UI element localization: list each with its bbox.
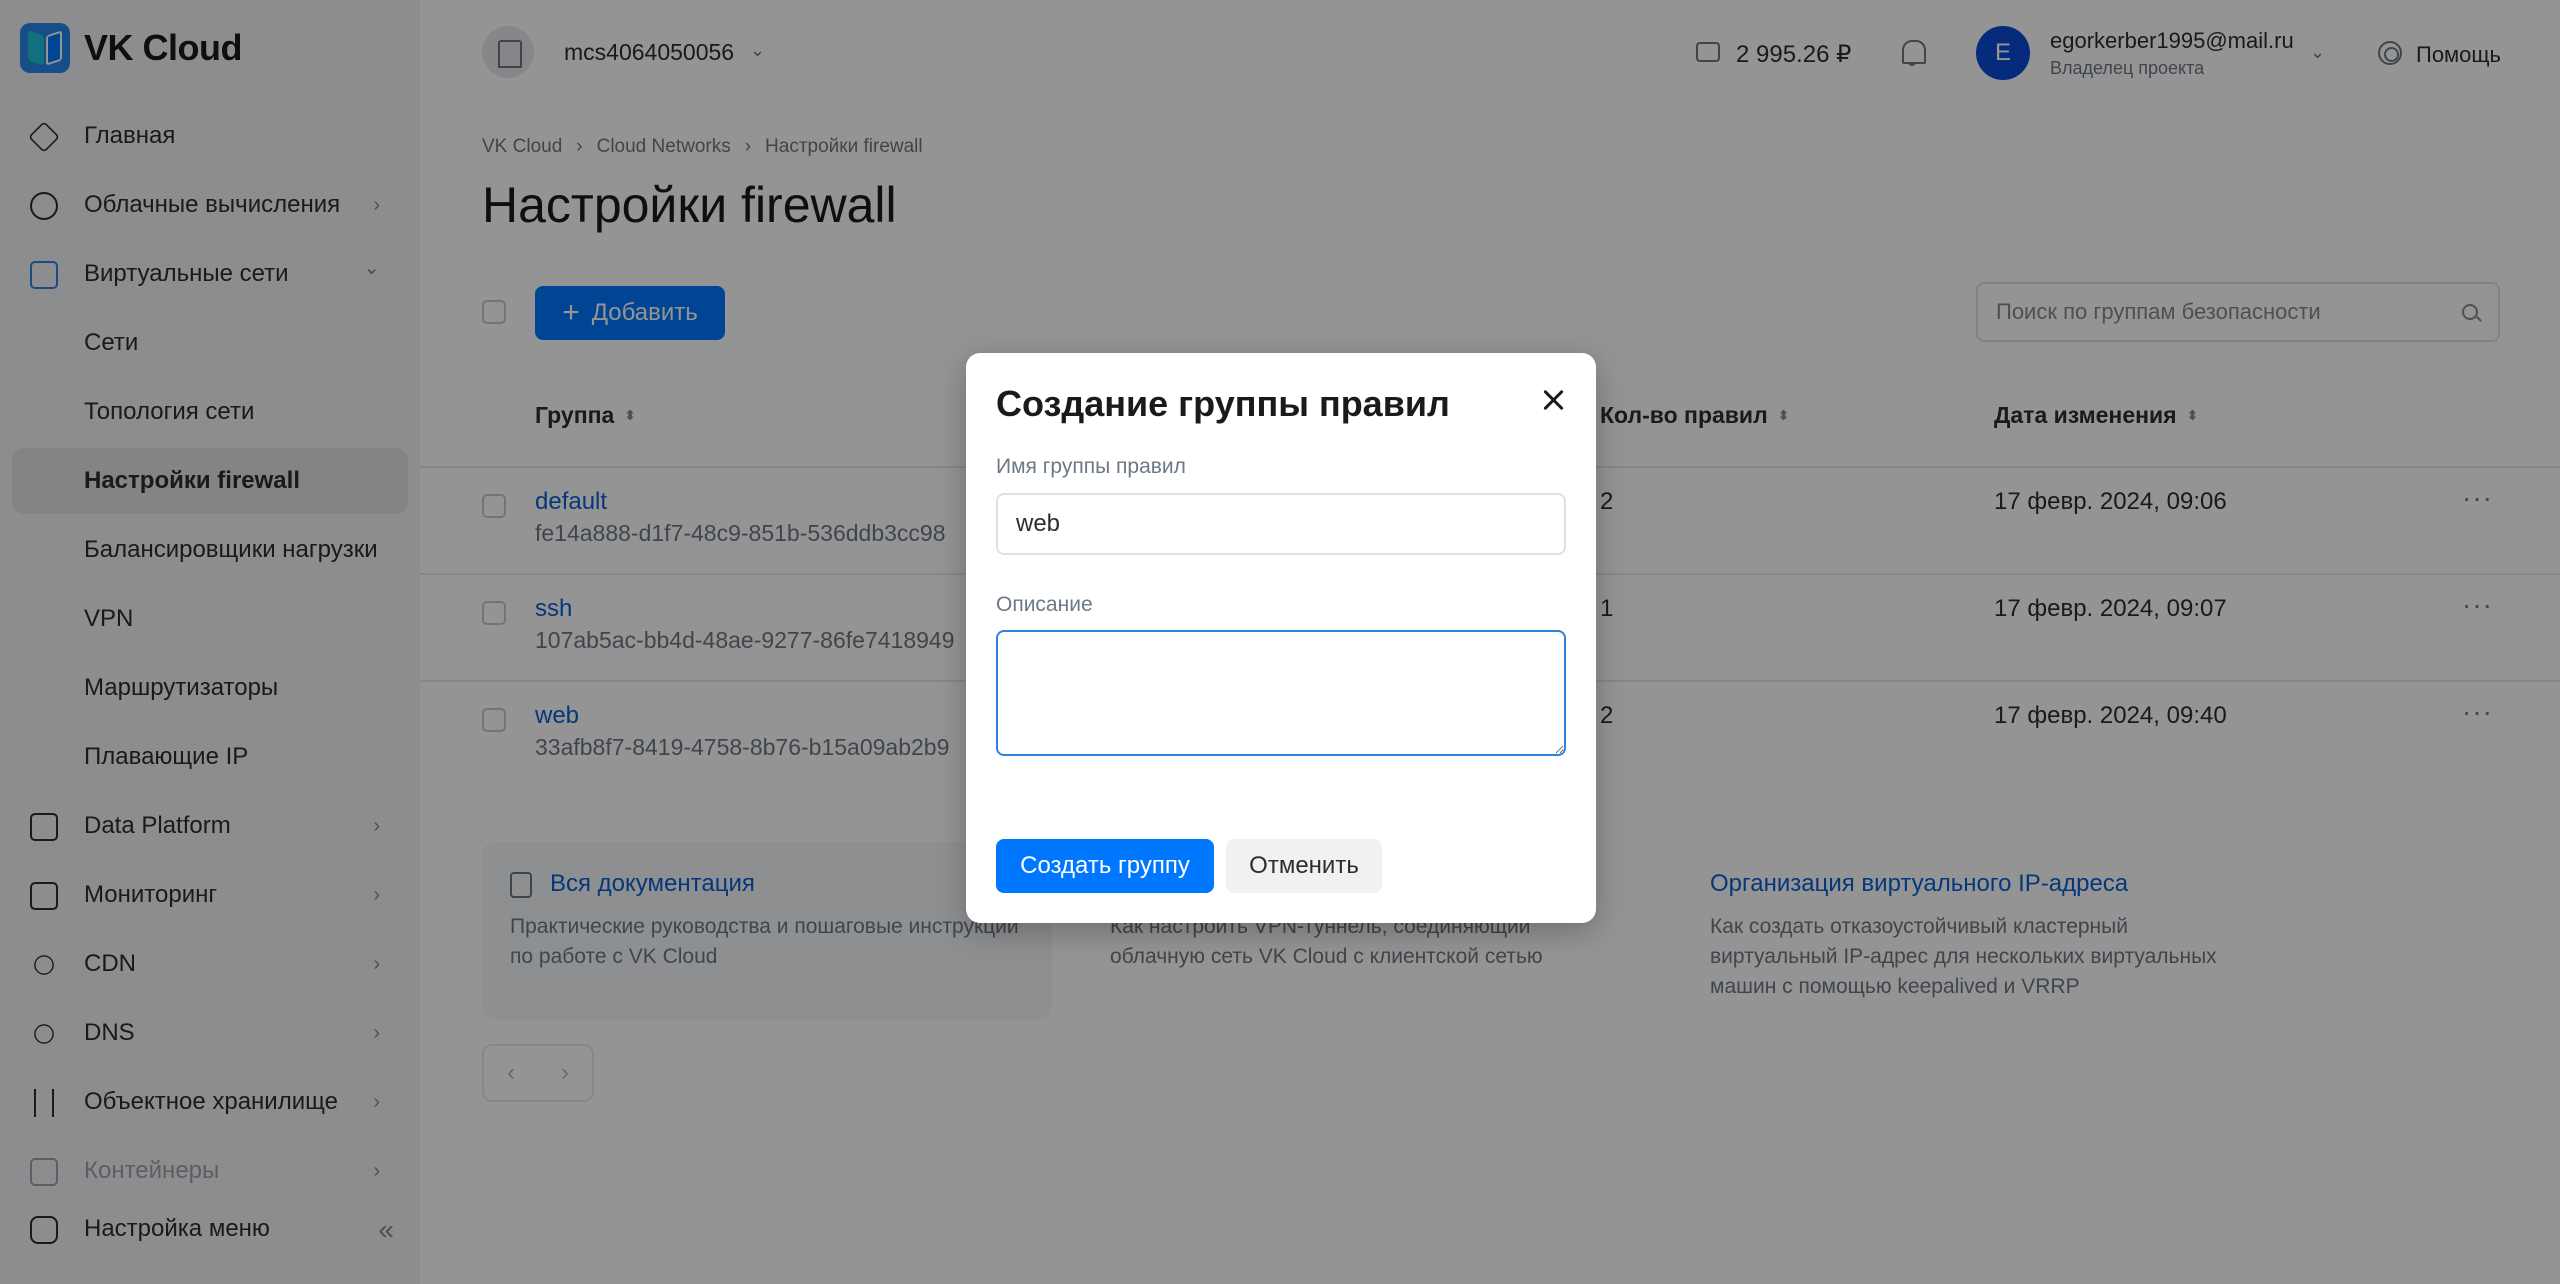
- name-field-label: Имя группы правил: [996, 455, 1186, 478]
- cancel-button[interactable]: Отменить: [1226, 839, 1382, 893]
- rule-group-name-field[interactable]: [996, 493, 1566, 555]
- close-icon[interactable]: [1536, 383, 1572, 419]
- dialog-title: Создание группы правил: [996, 383, 1450, 424]
- description-field-label: Описание: [996, 593, 1093, 616]
- description-field[interactable]: [996, 630, 1566, 756]
- create-group-button[interactable]: Создать группу: [996, 839, 1214, 893]
- create-rule-group-dialog: Создание группы правил Имя группы правил…: [966, 353, 1596, 923]
